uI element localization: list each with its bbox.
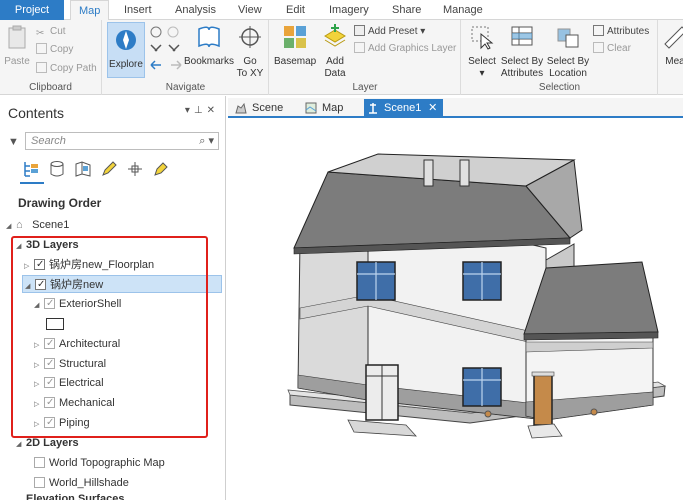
tree-scene1[interactable]: ◢ ⌂ Scene1 xyxy=(6,216,69,234)
contents-pane: Contents ▾⊥✕ ▼ Search ⌕ ▾ Drawing Order … xyxy=(0,96,226,500)
tab-share[interactable]: Share xyxy=(384,0,429,20)
tree-2d-layers[interactable]: ◢ 2D Layers xyxy=(16,434,79,452)
world-hillshade-checkbox[interactable] xyxy=(34,477,45,488)
basemap-icon xyxy=(284,26,306,48)
scissors-icon: ✂ xyxy=(36,28,45,39)
add-data-button[interactable]: Add Data xyxy=(318,24,352,80)
building-3d-model xyxy=(287,153,667,439)
select-by-location-icon xyxy=(557,28,579,48)
clear-selection-button[interactable]: Clear xyxy=(593,42,631,56)
view-tab-scene1[interactable]: Scene1 ✕ xyxy=(364,99,444,117)
list-by-editing-icon[interactable] xyxy=(100,160,118,178)
drawing-order-heading: Drawing Order xyxy=(18,196,102,210)
scene-icon xyxy=(369,103,377,114)
bookmarks-button[interactable]: Bookmarks xyxy=(183,24,235,68)
copy-button[interactable]: Copy xyxy=(36,43,73,57)
clear-icon xyxy=(593,42,604,53)
go-to-xy-icon xyxy=(239,26,261,48)
view-tab-map[interactable]: Map xyxy=(302,99,343,117)
tree-world-topographic[interactable]: World Topographic Map xyxy=(34,454,165,472)
list-by-data-source-icon[interactable] xyxy=(48,160,66,178)
go-to-xy-button[interactable]: Go To XY xyxy=(235,24,265,80)
highlight-annotation-box xyxy=(11,236,208,438)
close-icon[interactable]: ✕ xyxy=(207,105,219,116)
select-button[interactable]: Select ▾ xyxy=(466,24,498,80)
add-graphics-layer-button[interactable]: Add Graphics Layer xyxy=(354,42,456,56)
select-by-attributes-button[interactable]: Select By Attributes xyxy=(500,24,544,80)
select-by-location-button[interactable]: Select By Location xyxy=(546,24,590,80)
search-input[interactable]: Search ⌕ ▾ xyxy=(25,132,219,150)
search-icon: ⌕ ▾ xyxy=(199,135,214,147)
pin-icon[interactable]: ⊥ xyxy=(194,105,207,116)
add-data-icon xyxy=(324,24,346,47)
tab-insert[interactable]: Insert xyxy=(116,0,160,20)
layer-group: Basemap Add Data Add Preset ▾ Add Graphi… xyxy=(270,20,461,95)
selection-group: Select ▾ Select By Attributes Select By … xyxy=(462,20,658,95)
basemap-button[interactable]: Basemap xyxy=(274,24,316,68)
navigation-tools-icon xyxy=(150,26,182,70)
scene-icon xyxy=(235,102,247,114)
tab-map[interactable]: Map xyxy=(70,0,110,21)
tree-elevation-surfaces[interactable]: Elevation Surfaces xyxy=(26,492,124,500)
tab-analysis[interactable]: Analysis xyxy=(167,0,224,20)
list-by-snapping-icon[interactable] xyxy=(126,160,144,178)
view-tab-scene[interactable]: Scene xyxy=(232,99,283,117)
filter-icon[interactable]: ▼ xyxy=(8,136,19,148)
list-by-selection-icon[interactable] xyxy=(74,160,92,178)
selection-group-label: Selection xyxy=(538,82,581,93)
scene-icon: ⌂ xyxy=(16,219,23,231)
scene-view[interactable] xyxy=(228,120,683,500)
tab-edit[interactable]: Edit xyxy=(278,0,313,20)
pane-menu-icon[interactable]: ▾ xyxy=(185,105,194,116)
paste-icon xyxy=(8,25,26,49)
active-view-indicator xyxy=(20,182,44,184)
clipboard-group-label: Clipboard xyxy=(29,82,72,93)
list-by-drawing-order-icon[interactable] xyxy=(22,160,40,178)
close-tab-icon[interactable]: ✕ xyxy=(428,99,437,117)
world-topographic-checkbox[interactable] xyxy=(34,457,45,468)
tab-manage[interactable]: Manage xyxy=(435,0,491,20)
tab-project[interactable]: Project xyxy=(0,0,64,20)
add-preset-icon xyxy=(354,25,365,36)
collapse-triangle-icon[interactable]: ◢ xyxy=(16,436,26,454)
copy-path-button[interactable]: Copy Path xyxy=(36,62,97,76)
tab-imagery[interactable]: Imagery xyxy=(321,0,377,20)
add-preset-button[interactable]: Add Preset ▾ xyxy=(354,25,425,39)
attributes-button[interactable]: Attributes xyxy=(593,25,649,39)
measure-icon xyxy=(664,26,683,49)
bookmarks-icon xyxy=(198,26,220,48)
contents-pane-title: Contents xyxy=(8,105,65,121)
navigate-group-label: Navigate xyxy=(165,82,206,93)
tree-world-hillshade[interactable]: World_Hillshade xyxy=(34,474,129,492)
ribbon-tab-bar: Project Map Insert Analysis View Edit Im… xyxy=(0,0,683,21)
clipboard-group: Paste ✂ Cut Copy Copy Path Clipboard xyxy=(0,20,102,95)
layer-group-label: Layer xyxy=(352,82,378,93)
attributes-table-icon xyxy=(593,25,604,36)
cut-button[interactable]: ✂ Cut xyxy=(36,25,66,39)
collapse-triangle-icon[interactable]: ◢ xyxy=(6,218,16,236)
paste-button[interactable]: Paste xyxy=(3,24,31,68)
map-icon xyxy=(305,102,317,114)
explore-button[interactable]: Explore xyxy=(107,22,145,78)
view-tab-bar: Scene Map Scene1 ✕ xyxy=(228,98,683,118)
ribbon: Paste ✂ Cut Copy Copy Path Clipboard Expl… xyxy=(0,20,683,95)
select-by-attributes-icon xyxy=(511,26,533,46)
tab-view[interactable]: View xyxy=(230,0,270,20)
navigate-group: Explore Bookmarks Go To XY Navigate xyxy=(103,20,269,95)
copy-icon xyxy=(36,43,47,54)
explore-icon xyxy=(116,30,136,50)
copy-path-icon xyxy=(36,62,47,73)
select-icon xyxy=(471,26,494,50)
pane-controls: ▾⊥✕ xyxy=(185,105,219,116)
measure-button[interactable]: Mea xyxy=(660,24,683,68)
graphics-layer-icon xyxy=(354,42,365,53)
list-by-labeling-icon[interactable] xyxy=(152,160,170,178)
